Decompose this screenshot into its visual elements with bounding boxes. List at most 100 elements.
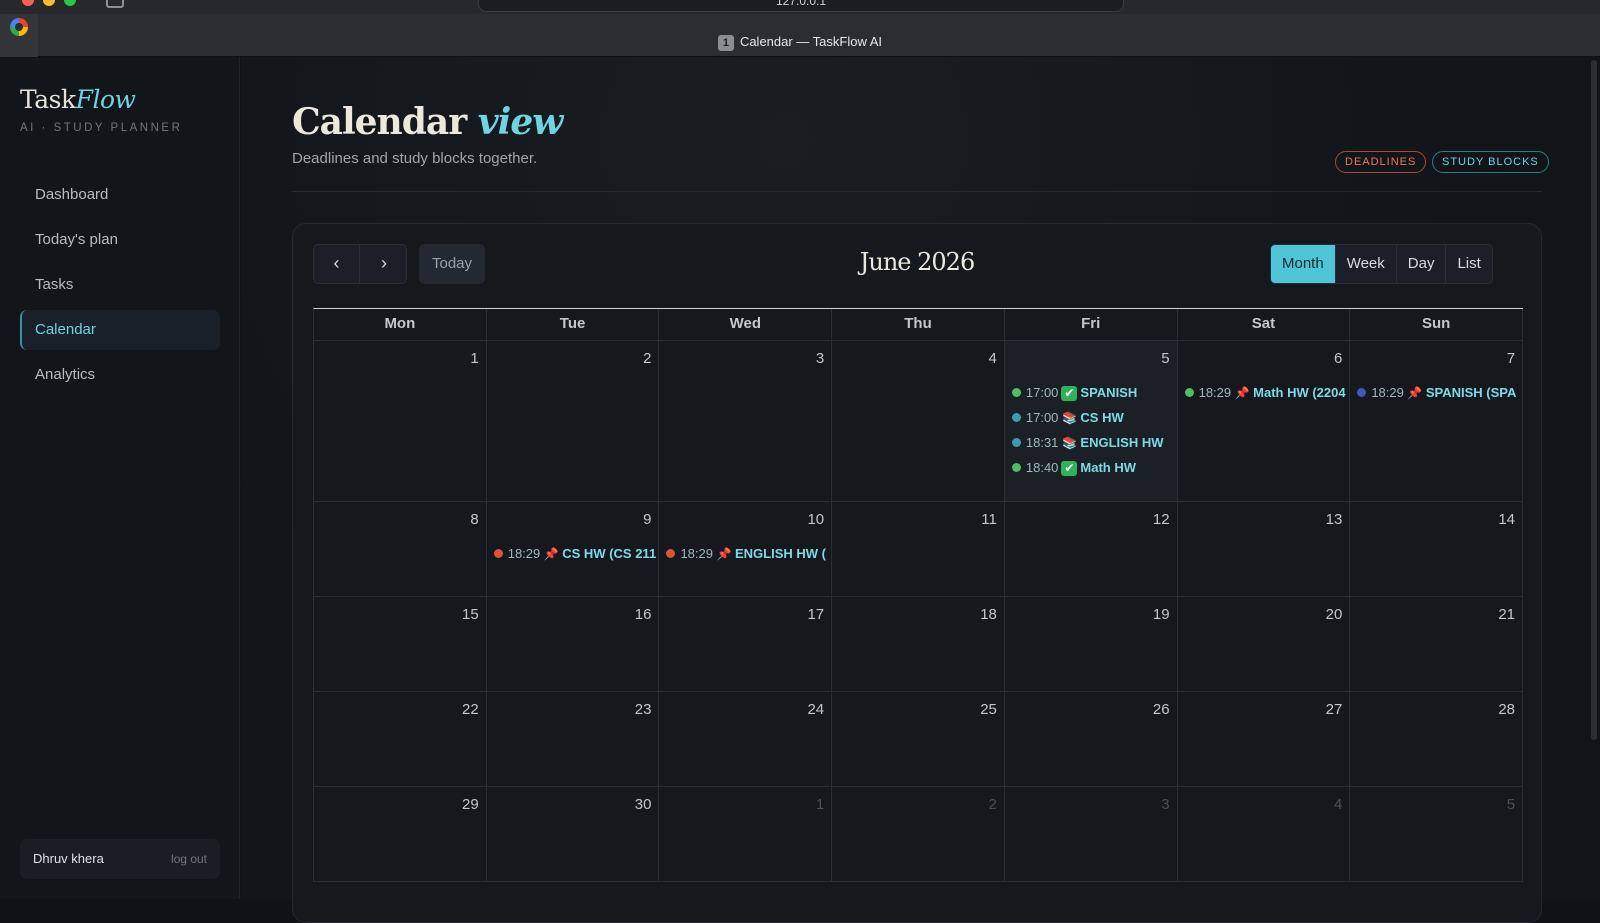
browser-tab[interactable]: 1 Calendar — TaskFlow AI <box>0 34 1600 51</box>
day-cell[interactable]: 22 <box>314 692 487 786</box>
view-month-button[interactable]: Month <box>1271 245 1336 283</box>
day-number: 5 <box>1506 796 1516 813</box>
day-cell[interactable]: 5 17:00 ✔ SPANISH 17:00 📚 CS HW 18:31 📚 ENGLISH H… <box>1004 341 1178 501</box>
day-number: 11 <box>981 511 997 528</box>
event-status-dot <box>666 549 676 559</box>
sidebar-item-tasks[interactable]: Tasks <box>20 265 220 305</box>
day-cell[interactable]: 2 <box>487 341 660 501</box>
minimize-window-icon[interactable] <box>43 0 55 6</box>
view-week-button[interactable]: Week <box>1336 245 1397 283</box>
day-cell[interactable]: 20 <box>1178 597 1351 691</box>
address-bar[interactable]: 127.0.0.1 <box>478 0 1124 12</box>
day-cell-other-month[interactable]: 4 <box>1178 787 1351 881</box>
week-row: 22 23 24 25 26 27 28 <box>314 692 1524 787</box>
event-title: ENGLISH HW ( <box>734 546 826 561</box>
event-status-dot <box>493 549 503 559</box>
day-number: 22 <box>462 701 479 718</box>
sidebar-item-dashboard[interactable]: Dashboard <box>20 175 220 215</box>
close-window-icon[interactable] <box>22 0 34 6</box>
day-cell[interactable]: 24 <box>659 692 833 786</box>
day-cell[interactable]: 26 <box>1005 692 1178 786</box>
event-time: 18:29 <box>1371 385 1404 400</box>
sidebar: TaskFlow AI · STUDY PLANNER Dashboard Tod… <box>0 57 240 899</box>
day-cell[interactable]: 4 <box>832 341 1005 501</box>
logo-word-task: Task <box>20 85 76 114</box>
day-cell[interactable]: 23 <box>487 692 660 786</box>
calendar-event[interactable]: 17:00 📚 CS HW <box>1011 405 1177 430</box>
day-cell[interactable]: 15 <box>314 597 487 691</box>
day-cell[interactable]: 29 <box>314 787 487 881</box>
day-cell[interactable]: 13 <box>1178 502 1351 596</box>
browser-toolbar: 127.0.0.1 <box>0 0 1600 14</box>
day-cell[interactable]: 25 <box>832 692 1005 786</box>
day-cell[interactable]: 12 <box>1005 502 1178 596</box>
day-number: 21 <box>1498 606 1516 623</box>
sidebar-item-calendar[interactable]: Calendar <box>20 310 220 350</box>
pushpin-icon: 📌 <box>716 547 732 561</box>
day-number: 1 <box>470 350 479 367</box>
day-cell[interactable]: 7 18:29 📌 SPANISH (SPA <box>1350 341 1524 501</box>
day-cell[interactable]: 27 <box>1178 692 1351 786</box>
day-number: 14 <box>1498 511 1516 528</box>
app-logo[interactable]: TaskFlow <box>20 85 136 114</box>
calendar-event[interactable]: 18:29 📌 SPANISH (SPA <box>1357 380 1522 405</box>
day-cell[interactable]: 9 18:29 📌 CS HW (CS 211 <box>487 502 660 596</box>
view-switcher: Month Week Day List <box>1270 244 1493 284</box>
day-cell[interactable]: 17 <box>659 597 833 691</box>
day-cell[interactable]: 10 18:29 📌 ENGLISH HW ( <box>659 502 833 596</box>
view-day-button[interactable]: Day <box>1397 245 1447 283</box>
day-cell[interactable]: 8 <box>314 502 487 596</box>
event-list: 18:29 📌 Math HW (2204 <box>1184 380 1350 405</box>
maximize-window-icon[interactable] <box>64 0 76 6</box>
day-cell-other-month[interactable]: 2 <box>832 787 1005 881</box>
calendar-event[interactable]: 18:29 📌 CS HW (CS 211 <box>493 541 659 566</box>
day-cell[interactable]: 14 <box>1350 502 1524 596</box>
view-list-button[interactable]: List <box>1446 245 1491 283</box>
weekday-header-mon: Mon <box>314 309 487 340</box>
event-title: Math HW <box>1080 460 1137 475</box>
day-number: 19 <box>1152 606 1170 623</box>
calendar-event[interactable]: 18:29 📌 ENGLISH HW ( <box>666 541 831 566</box>
event-list: 18:29 📌 CS HW (CS 211 <box>493 541 659 566</box>
event-time: 18:29 <box>1198 385 1232 400</box>
day-cell[interactable]: 30 <box>487 787 660 881</box>
calendar-event[interactable]: 17:00 ✔ SPANISH <box>1011 380 1177 405</box>
logout-link[interactable]: log out <box>171 852 207 866</box>
calendar-event[interactable]: 18:29 📌 Math HW (2204 <box>1184 380 1350 405</box>
month-grid: Mon Tue Wed Thu Fri Sat Sun 1 2 3 4 5 17:00 ✔ SPANISH… <box>313 308 1524 882</box>
day-number: 27 <box>1325 701 1343 718</box>
weekday-header-tue: Tue <box>487 309 660 340</box>
day-number: 13 <box>1325 511 1343 528</box>
calendar-event[interactable]: 18:40 ✔ Math HW <box>1011 455 1177 480</box>
day-cell[interactable]: 16 <box>487 597 660 691</box>
day-cell-other-month[interactable]: 5 <box>1350 787 1524 881</box>
day-cell[interactable]: 6 18:29 📌 Math HW (2204 <box>1178 341 1351 501</box>
weekday-header-row: Mon Tue Wed Thu Fri Sat Sun <box>314 309 1524 341</box>
user-name: Dhruv khera <box>33 851 104 866</box>
sidebar-item-today-s-plan[interactable]: Today's plan <box>20 220 220 260</box>
day-cell[interactable]: 3 <box>659 341 833 501</box>
check-icon: ✔ <box>1061 461 1078 476</box>
app-tagline: AI · STUDY PLANNER <box>20 122 183 134</box>
day-cell[interactable]: 18 <box>832 597 1005 691</box>
page-scrollbar[interactable] <box>1591 60 1597 740</box>
day-cell[interactable]: 1 <box>314 341 487 501</box>
calendar-event[interactable]: 18:31 📚 ENGLISH HW <box>1011 430 1177 455</box>
day-cell-other-month[interactable]: 3 <box>1005 787 1178 881</box>
event-time: 18:31 <box>1025 435 1059 450</box>
day-cell[interactable]: 28 <box>1350 692 1524 786</box>
sidebar-toggle-icon[interactable] <box>106 0 124 8</box>
day-cell[interactable]: 21 <box>1350 597 1524 691</box>
pushpin-icon: 📌 <box>543 547 559 561</box>
day-number: 16 <box>634 606 652 623</box>
week-row: 29 30 1 2 3 4 5 <box>314 787 1524 882</box>
day-number: 6 <box>1333 350 1343 367</box>
sidebar-item-analytics[interactable]: Analytics <box>20 355 220 395</box>
day-cell-other-month[interactable]: 1 <box>659 787 833 881</box>
pushpin-icon: 📌 <box>1234 386 1250 400</box>
weekday-header-sun: Sun <box>1350 309 1524 340</box>
day-cell[interactable]: 11 <box>832 502 1005 596</box>
day-cell[interactable]: 19 <box>1005 597 1178 691</box>
day-number: 3 <box>1161 796 1170 813</box>
page-subtitle: Deadlines and study blocks together. <box>292 150 538 167</box>
